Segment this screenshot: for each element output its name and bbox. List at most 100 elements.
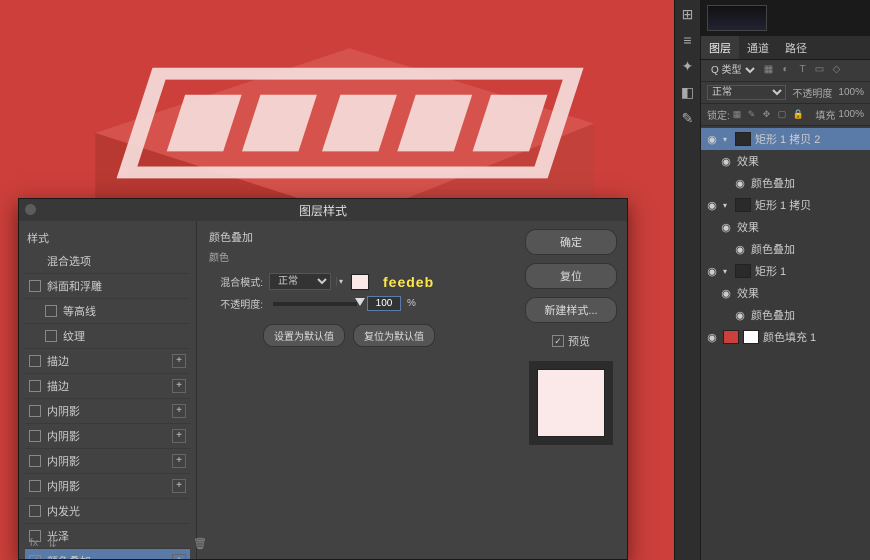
add-effect-icon[interactable]: + [172,354,186,368]
blend-mode-dropdown[interactable]: 正常 [269,273,331,290]
add-effect-icon[interactable]: + [172,429,186,443]
layer-name: 矩形 1 拷贝 [755,197,811,213]
fill-label: 填充 [815,107,835,122]
style-checkbox[interactable] [29,480,41,492]
lock-artboard-icon[interactable]: ▢ [778,109,790,121]
layer-rect-1[interactable]: ◉ ▾ 矩形 1 [701,260,870,282]
preview-checkbox-row[interactable]: 预览 [552,333,590,349]
style-checkbox[interactable] [29,380,41,392]
visibility-icon[interactable]: ◉ [719,287,733,300]
preview-checkbox[interactable] [552,335,564,347]
add-effect-icon[interactable]: + [172,454,186,468]
new-style-button[interactable]: 新建样式... [525,297,617,323]
reset-default-button[interactable]: 复位为默认值 [353,324,435,347]
style-item[interactable]: 描边+ [25,374,190,399]
style-checkbox[interactable] [45,330,57,342]
trash-icon[interactable]: 🗑 [193,537,197,551]
chevron-down-icon[interactable]: ▾ [336,277,345,286]
style-checkbox[interactable] [29,355,41,367]
layer-effects[interactable]: ◉ 效果 [701,216,870,238]
style-item[interactable]: 纹理 [25,324,190,349]
visibility-icon[interactable]: ◉ [705,265,719,278]
add-effect-icon[interactable]: + [172,479,186,493]
make-default-button[interactable]: 设置为默认值 [263,324,345,347]
visibility-icon[interactable]: ◉ [733,309,747,322]
opacity-label: 不透明度 [792,85,832,100]
visibility-icon[interactable]: ◉ [733,243,747,256]
filter-type-icon[interactable]: T [796,64,809,77]
opacity-input[interactable] [367,296,401,311]
tool-icon-c[interactable]: ✦ [678,58,698,78]
navigator-thumb[interactable] [701,0,870,36]
layer-effects[interactable]: ◉ 效果 [701,282,870,304]
style-label: 内发光 [47,503,80,519]
tool-icon-e[interactable]: ✎ [678,110,698,130]
tool-icon-d[interactable]: ◧ [678,84,698,104]
style-item[interactable]: 内阴影+ [25,424,190,449]
style-item[interactable]: 等高线 [25,299,190,324]
tool-icon-a[interactable]: ⊞ [678,6,698,26]
style-item[interactable]: 内阴影 + [25,399,190,424]
tab-channels[interactable]: 通道 [739,36,777,59]
layer-fx-coloroverlay[interactable]: ◉ 颜色叠加 [701,238,870,260]
style-item[interactable]: 内发光 [25,499,190,524]
visibility-icon[interactable]: ◉ [733,177,747,190]
add-effect-icon[interactable]: + [172,404,186,418]
filter-image-icon[interactable]: ▦ [762,64,775,77]
filter-type-select[interactable]: Q 类型 [707,64,758,77]
tool-icon-b[interactable]: ≡ [678,32,698,52]
layer-name: 矩形 1 拷贝 2 [755,131,820,147]
fill-value[interactable]: 100% [838,109,864,120]
opacity-slider[interactable] [273,302,357,306]
lock-row: 锁定: ▦ ✎ ✥ ▢ 🔒 填充 100% [701,104,870,126]
lock-pixels-icon[interactable]: ▦ [733,109,745,121]
dialog-title: 图层样式 [299,202,347,219]
lock-move-icon[interactable]: ✥ [763,109,775,121]
style-label: 混合选项 [47,253,91,269]
layer-effects[interactable]: ◉ 效果 [701,150,870,172]
opacity-value[interactable]: 100% [838,87,864,98]
lock-all-icon[interactable]: 🔒 [793,109,805,121]
tab-layers[interactable]: 图层 [701,36,739,59]
close-icon[interactable] [25,204,36,215]
fx-icon[interactable]: fx [27,537,41,551]
visibility-icon[interactable]: ◉ [719,155,733,168]
cancel-button[interactable]: 复位 [525,263,617,289]
filter-shape-icon[interactable]: ▭ [813,64,826,77]
style-checkbox[interactable] [29,455,41,467]
opacity-label: 不透明度: [209,296,263,311]
lock-paint-icon[interactable]: ✎ [748,109,760,121]
visibility-icon[interactable]: ◉ [705,133,719,146]
layer-rect-copy-2[interactable]: ◉ ▾ 矩形 1 拷贝 2 [701,128,870,150]
style-item[interactable]: 内阴影+ [25,474,190,499]
style-label: 纹理 [63,328,85,344]
layer-fx-coloroverlay[interactable]: ◉ 颜色叠加 [701,172,870,194]
blend-options-item[interactable]: 混合选项 [25,249,190,274]
updown-icon[interactable]: ⇅ [45,537,59,551]
layer-fx-label: 效果 [737,153,759,169]
filter-smart-icon[interactable]: ◇ [830,64,843,77]
visibility-icon[interactable]: ◉ [705,331,719,344]
style-checkbox[interactable] [29,505,41,517]
style-checkbox[interactable] [29,405,41,417]
ok-button[interactable]: 确定 [525,229,617,255]
style-checkbox[interactable] [29,430,41,442]
color-swatch[interactable] [351,274,369,290]
filter-adjust-icon[interactable]: ◐ [779,64,792,77]
dialog-titlebar[interactable]: 图层样式 [19,199,627,221]
style-checkbox[interactable] [29,280,41,292]
visibility-icon[interactable]: ◉ [719,221,733,234]
tab-paths[interactable]: 路径 [777,36,815,59]
add-effect-icon[interactable]: + [172,379,186,393]
layer-color-fill-1[interactable]: ◉ 颜色填充 1 [701,326,870,348]
visibility-icon[interactable]: ◉ [705,199,719,212]
style-item[interactable]: 描边+ [25,349,190,374]
dialog-actions: 确定 复位 新建样式... 预览 [515,221,627,559]
style-item[interactable]: 斜面和浮雕 [25,274,190,299]
style-checkbox[interactable] [45,305,57,317]
layer-rect-copy[interactable]: ◉ ▾ 矩形 1 拷贝 [701,194,870,216]
style-label: 内阴影 [47,403,80,419]
style-item[interactable]: 内阴影+ [25,449,190,474]
layer-fx-coloroverlay[interactable]: ◉ 颜色叠加 [701,304,870,326]
blend-mode-select[interactable]: 正常 [707,85,786,100]
